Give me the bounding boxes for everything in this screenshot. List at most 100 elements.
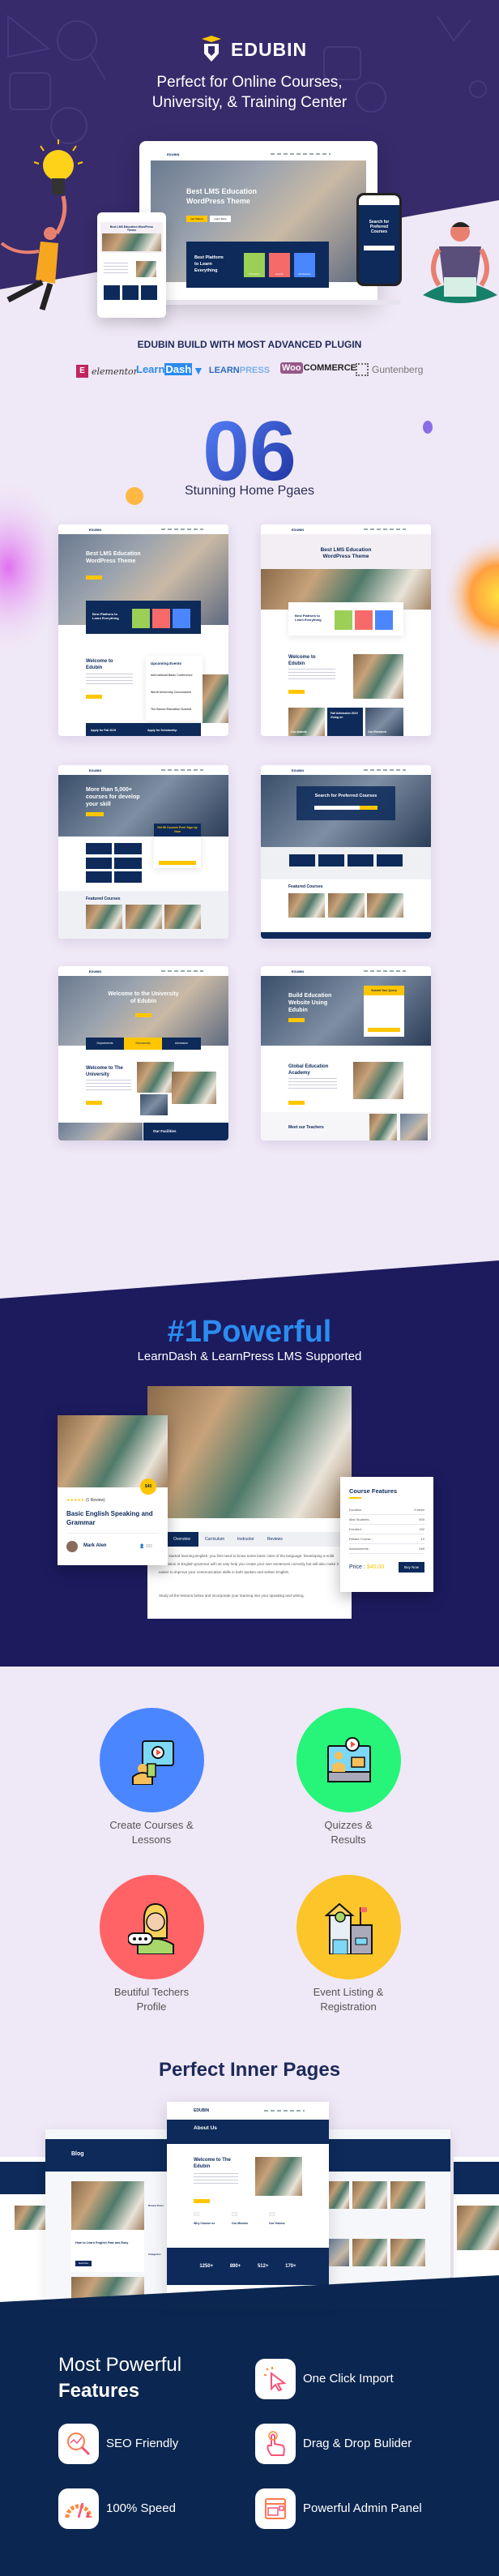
thumb-about-title: Welcome to Edubin [86,659,113,670]
thumb-section-title: Featured Courses [288,884,323,889]
tab-instructor[interactable]: Instructor [231,1537,261,1542]
feature-circle-courses [100,1708,204,1812]
tile-events[interactable]: Events [269,253,290,277]
plugins-heading: EDUBIN BUILD WITH MOST ADVANCED PLUGIN [137,339,362,350]
thumb-nav: EDUBIN [58,765,228,775]
person-with-lightbulb-illustration [0,139,83,311]
review-count: (1 Review) [85,1498,105,1503]
learn-more-button[interactable]: Learn More [210,216,231,222]
tablet-hero-title: Best LMS Education WordPress Theme [109,225,154,232]
thumb-hero-title: More than 5,000+ courses for develop you… [86,787,140,807]
recent-posts-title: Recent Posts [148,2204,164,2207]
course-description-2: Study all the lessons below and incorpor… [159,1594,305,1598]
plugin-learndash: LearnDash [136,363,193,375]
feature-one-click-import: One Click Import [303,2372,394,2386]
laptop-nav: EDUBIN [151,149,366,159]
phone-mockup: Search for Preferred Courses [356,193,402,286]
feature-label: Event Listing & Registration [313,1986,384,2013]
thumb-nav: EDUBIN [261,524,431,534]
teacher-profile-icon [127,1902,174,1954]
brand-name: EDUBIN [231,39,308,60]
thumb-hero-title: Search for Preferred Courses [314,794,377,798]
buy-now-button[interactable]: Buy Now [398,1561,424,1573]
platform-box: Best Platform to Learn Everything Programs… [186,242,329,288]
features-diagonal [0,2275,499,2310]
thumb-tab: Departments [86,1038,124,1050]
thumb-hero-title: Build Education Website Using Edubin [288,993,332,1013]
course-photo [147,1386,352,1518]
feature-speed: 100% Speed [106,2501,176,2515]
thumb-tab: Scholarship [124,1038,162,1050]
thumb-section-title: Meet our Teachers [288,1125,324,1130]
edubin-logo-icon [201,36,222,63]
feature-row: Enrolled :152 [349,1525,424,1534]
author-avatar [66,1541,78,1552]
homepage-thumb-2[interactable]: EDUBIN Best LMS Education WordPress Them… [261,524,431,736]
tab-overview[interactable]: Overview [165,1532,198,1547]
homepage-count: 06 [203,415,296,483]
tagline-line-2: University, & Training Center [151,94,348,111]
hand-pointer-icon [255,2424,296,2464]
thumb-section-title: Featured Courses [86,896,121,901]
homepage-thumb-3[interactable]: EDUBIN More than 5,000+ courses for deve… [58,765,228,939]
price-badge: $40 [140,1478,156,1495]
course-detail-mockup: Overview Curriculum Instructor Reviews .… [147,1386,352,1619]
homepage-thumb-5[interactable]: EDUBIN Welcome to the University of Edub… [58,966,228,1140]
thumb-nav: EDUBIN [261,765,431,775]
speedometer-icon [58,2488,99,2529]
feature-row: Duration :6 week [349,1505,424,1515]
feature-label: Create Courses & Lessons [109,1819,194,1846]
feature-circle-events [296,1875,401,1979]
tile-programs[interactable]: Programs [244,253,265,277]
gutenberg-logo-icon [356,363,369,376]
feature-circle-quizzes [296,1708,401,1812]
svg-text:06: 06 [203,415,296,483]
tagline-line-1: Perfect for Online Courses, [156,74,343,91]
thumb-nav: EDUBIN [167,2102,329,2120]
homepage-thumb-1[interactable]: EDUBIN Best LMS Education WordPress Them… [58,524,228,736]
thumb-tab: Admission [162,1038,201,1050]
laptop-mockup: EDUBIN Best LMS Education WordPress Theme… [139,141,377,300]
thumb-about-title: Welcome to Edubin [288,655,316,666]
laptop-logo: EDUBIN [167,152,180,156]
course-card[interactable]: $40 ★★★★★ (1 Review) Basic English Speak… [58,1415,168,1565]
tab-curriculum[interactable]: Curriculum [198,1537,231,1542]
user-icon: 👤 [139,1544,145,1549]
thumb-hero-title: Best LMS Education WordPress Theme [86,551,141,564]
thumb-about-title: Welcome to The University [86,1066,123,1077]
thumb-hero-title: Best LMS Education WordPress Theme [320,547,372,559]
thumb-about-title: Global Education Academy [288,1064,329,1076]
homepage-thumb-6[interactable]: EDUBIN Build Education Website Using Edu… [261,966,431,1140]
feature-label: Beutiful Techers Profile [113,1986,190,2013]
feature-row: Assessments : Self [349,1544,424,1554]
lms-title: #1Powerful [167,1315,332,1349]
about-col-label: Our Mission [232,2222,249,2225]
read-more-button[interactable]: Read More [75,2261,92,2266]
course-tabs: Overview Curriculum Instructor Reviews [165,1532,352,1547]
video-lesson-icon [131,1739,174,1785]
course-title[interactable]: Basic English Speaking and Grammar [66,1509,162,1527]
cursor-click-icon [255,2359,296,2399]
tile-admissions[interactable]: Admissions [294,253,315,277]
feature-admin-panel: Powerful Admin Panel [303,2501,422,2515]
tab-reviews[interactable]: Reviews [261,1537,289,1542]
thumb-nav: EDUBIN [58,966,228,976]
homepages-subtitle: Stunning Home Pgaes [184,484,315,498]
course-features-card: Course Features Duration :6 week Max Stu… [340,1477,433,1592]
feature-label: Quizzes & Results [324,1819,373,1846]
inner-page-about: EDUBIN About Us Welcome to The Edubin 01… [167,2102,329,2296]
homepage-thumb-4[interactable]: EDUBIN Search for Preferred Courses Feat… [261,765,431,939]
get-started-button[interactable]: Get Started [186,216,207,222]
about-heading: Welcome to The Edubin [194,2158,231,2169]
thumb-nav: EDUBIN [261,966,431,976]
feature-row: Retake Course :10 [349,1534,424,1544]
feature-seo-friendly: SEO Friendly [106,2437,179,2450]
thumb-hero-title: Welcome to the University of Edubin [108,991,179,1004]
phone-search-input[interactable] [364,246,395,250]
lms-subtitle: LearnDash & LearnPress LMS Supported [137,1350,362,1363]
about-col-label: Why Choose us [194,2222,215,2225]
course-card-photo [58,1415,168,1487]
features-title: Most Powerful Features [58,2354,182,2402]
plugin-learnpress: ▼ LEARN PRESS [193,364,271,377]
feature-row: Max Students :500 [349,1515,424,1525]
